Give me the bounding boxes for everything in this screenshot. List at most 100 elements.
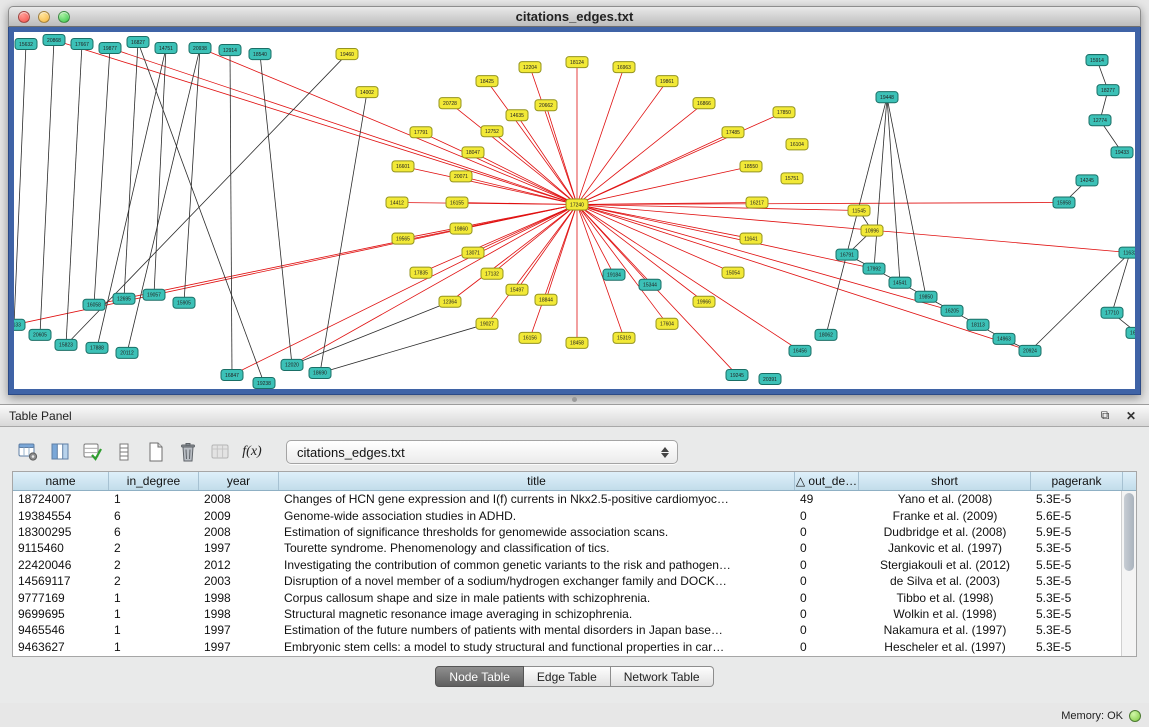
- graph-node[interactable]: 20605: [29, 329, 51, 340]
- table-row[interactable]: 1456911722003Disruption of a novel membe…: [13, 573, 1136, 589]
- graph-edge[interactable]: [577, 81, 667, 204]
- graph-node[interactable]: 18113: [967, 319, 989, 330]
- graph-node[interactable]: 20868: [43, 35, 65, 46]
- graph-node[interactable]: 14635: [506, 110, 528, 121]
- show-columns-button[interactable]: [46, 439, 74, 465]
- graph-node[interactable]: 19860: [450, 223, 472, 234]
- graph-node[interactable]: 16791: [836, 249, 858, 260]
- graph-node[interactable]: 17485: [722, 127, 744, 138]
- graph-node[interactable]: 16847: [221, 369, 243, 380]
- graph-edge[interactable]: [577, 204, 859, 210]
- graph-node[interactable]: 11641: [740, 233, 762, 244]
- graph-edge[interactable]: [184, 48, 200, 303]
- graph-edge[interactable]: [40, 40, 54, 335]
- close-window-button[interactable]: [18, 11, 30, 23]
- graph-node[interactable]: 16156: [519, 332, 541, 343]
- graph-edge[interactable]: [421, 132, 577, 204]
- graph-node[interactable]: 18458: [566, 337, 588, 348]
- graph-node[interactable]: 15905: [173, 297, 195, 308]
- column-header-year[interactable]: year: [199, 472, 279, 490]
- graph-edge[interactable]: [421, 204, 577, 272]
- graph-node[interactable]: 19565: [392, 233, 414, 244]
- graph-node[interactable]: 15319: [613, 332, 635, 343]
- graph-node[interactable]: 13071: [462, 247, 484, 258]
- close-panel-icon[interactable]: ✕: [1122, 408, 1140, 424]
- graph-edge[interactable]: [260, 54, 292, 365]
- function-builder-button[interactable]: f(x): [238, 439, 266, 465]
- graph-node[interactable]: 16058: [83, 299, 105, 310]
- graph-edge[interactable]: [546, 204, 577, 299]
- graph-node[interactable]: 12364: [439, 296, 461, 307]
- column-header-name[interactable]: name: [13, 472, 109, 490]
- graph-node[interactable]: 18690: [309, 367, 331, 378]
- graph-edge[interactable]: [577, 204, 733, 272]
- tab-node-table[interactable]: Node Table: [435, 666, 524, 687]
- graph-node[interactable]: 16104: [786, 139, 808, 150]
- graph-node[interactable]: 18425: [476, 76, 498, 87]
- graph-node[interactable]: 19877: [99, 43, 121, 54]
- graph-node[interactable]: 20938: [189, 43, 211, 54]
- graph-node[interactable]: 20071: [450, 171, 472, 182]
- graph-node[interactable]: 19433: [1111, 147, 1133, 158]
- graph-edge[interactable]: [230, 50, 232, 375]
- graph-edge[interactable]: [577, 67, 624, 204]
- graph-edge[interactable]: [577, 103, 704, 204]
- graph-node[interactable]: 19448: [876, 92, 898, 103]
- table-row[interactable]: 969969511998Structural magnetic resonanc…: [13, 606, 1136, 622]
- import-table-button[interactable]: [206, 439, 234, 465]
- minimize-window-button[interactable]: [38, 11, 50, 23]
- graph-edge[interactable]: [320, 324, 487, 373]
- graph-node[interactable]: 16827: [127, 37, 149, 48]
- graph-node[interactable]: 17835: [410, 267, 432, 278]
- graph-edge[interactable]: [94, 204, 577, 304]
- graph-node[interactable]: 12774: [1089, 115, 1111, 126]
- graph-node[interactable]: 19027: [476, 318, 498, 329]
- graph-edge[interactable]: [320, 92, 367, 373]
- graph-edge[interactable]: [110, 48, 577, 204]
- graph-node[interactable]: 16034: [1126, 327, 1135, 338]
- graph-node[interactable]: 12914: [219, 45, 241, 56]
- graph-node[interactable]: 14541: [889, 277, 911, 288]
- graph-node[interactable]: 17888: [86, 342, 108, 353]
- table-vertical-scrollbar[interactable]: [1121, 491, 1136, 656]
- graph-node[interactable]: 16205: [941, 305, 963, 316]
- graph-node[interactable]: 17132: [481, 268, 503, 279]
- graph-edge[interactable]: [94, 48, 110, 305]
- graph-node[interactable]: 16866: [693, 98, 715, 109]
- window-titlebar[interactable]: citations_edges.txt: [8, 6, 1141, 27]
- graph-node[interactable]: 18540: [249, 49, 271, 60]
- graph-node[interactable]: 17791: [410, 127, 432, 138]
- graph-edge[interactable]: [473, 204, 577, 252]
- graph-node[interactable]: 16601: [392, 161, 414, 172]
- table-row[interactable]: 2242004622012Investigating the contribut…: [13, 557, 1136, 573]
- graph-node[interactable]: 17604: [656, 318, 678, 329]
- column-header-out_de[interactable]: △ out_de…: [795, 472, 859, 490]
- graph-node[interactable]: 19133: [14, 319, 25, 330]
- graph-edge[interactable]: [577, 204, 874, 268]
- column-header-pagerank[interactable]: pagerank: [1031, 472, 1123, 490]
- row-height-button[interactable]: [110, 439, 138, 465]
- graph-edge[interactable]: [66, 44, 82, 345]
- graph-node[interactable]: 19238: [253, 377, 275, 388]
- column-header-in_degree[interactable]: in_degree: [109, 472, 199, 490]
- graph-node[interactable]: 12752: [481, 126, 503, 137]
- table-options-button[interactable]: [14, 439, 42, 465]
- graph-node[interactable]: 11545: [848, 205, 870, 216]
- table-row[interactable]: 977716911998Corpus callosum shape and si…: [13, 589, 1136, 605]
- graph-node[interactable]: 16217: [746, 197, 768, 208]
- network-canvas[interactable]: 1724016217185501748516866198611696318124…: [14, 32, 1135, 389]
- graph-node[interactable]: 16963: [613, 62, 635, 73]
- graph-node[interactable]: 19966: [693, 296, 715, 307]
- graph-node[interactable]: 19850: [915, 291, 937, 302]
- graph-edge[interactable]: [54, 40, 577, 204]
- graph-edge[interactable]: [577, 204, 667, 323]
- graph-edge[interactable]: [887, 97, 900, 283]
- graph-node[interactable]: 15054: [722, 267, 744, 278]
- graph-edge[interactable]: [517, 115, 577, 204]
- select-rows-button[interactable]: [78, 439, 106, 465]
- tab-network-table[interactable]: Network Table: [611, 666, 714, 687]
- delete-column-button[interactable]: [174, 439, 202, 465]
- graph-node[interactable]: 18277: [1097, 85, 1119, 96]
- graph-edge[interactable]: [14, 44, 26, 325]
- graph-node[interactable]: 19861: [656, 76, 678, 87]
